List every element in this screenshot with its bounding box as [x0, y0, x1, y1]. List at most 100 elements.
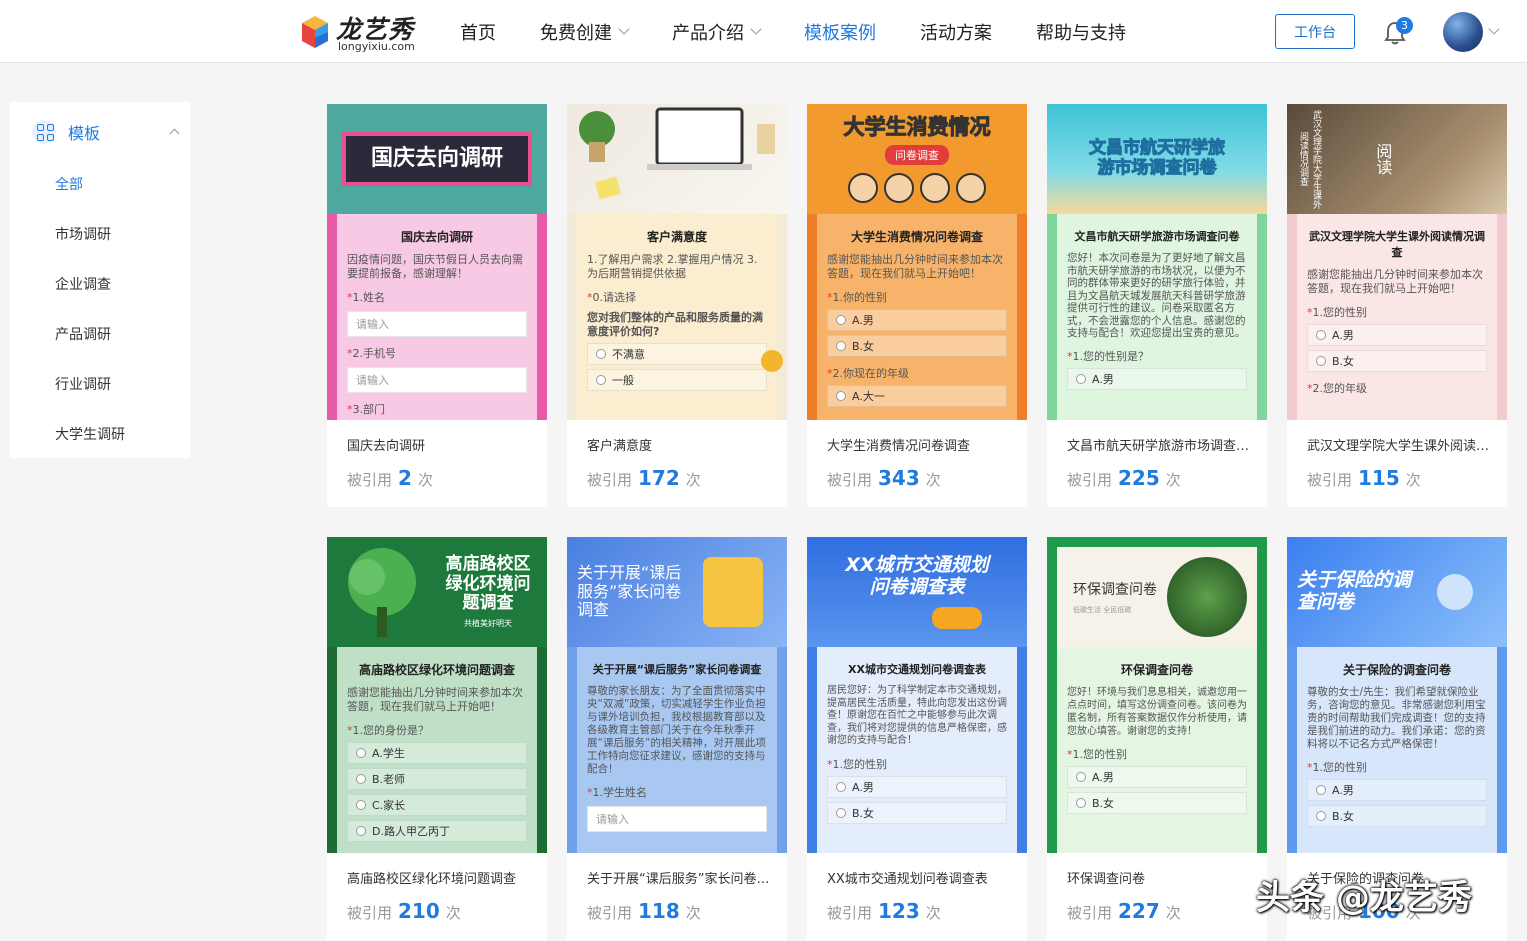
- template-name[interactable]: 环保调查问卷: [1067, 868, 1252, 887]
- template-name[interactable]: 大学生消费情况问卷调查: [827, 435, 1012, 454]
- template-thumbnail[interactable]: 关于开展“课后服务”家长问卷调查 关于开展“课后服务”家长问卷调查 尊敬的家长朋…: [567, 537, 787, 853]
- template-thumbnail[interactable]: 高庙路校区绿化环境问题调查 共植美好明天 高庙路校区绿化环境问题调查 感谢您能抽…: [327, 537, 547, 853]
- sidebar-item-enterprise[interactable]: 企业调查: [55, 274, 111, 294]
- nav-templates[interactable]: 模板案例: [804, 0, 876, 63]
- survey-question: 1.您的性别: [1067, 746, 1247, 762]
- reference-count: 被引用 227 次: [1067, 899, 1181, 923]
- template-card[interactable]: XX城市交通规划问卷调查表 XX城市交通规划问卷调查表 居民您好：为了科学制定本…: [807, 537, 1027, 940]
- chevron-down-icon[interactable]: [1488, 23, 1500, 35]
- template-thumbnail[interactable]: 武汉文理学院大学生课外阅读情况调查 阅读 武汉文理学院大学生课外阅读情况调查 感…: [1287, 104, 1507, 420]
- template-name[interactable]: 武汉文理学院大学生课外阅读情况调查: [1307, 435, 1492, 454]
- survey-intro: 您好！环境与我们息息相关，诚邀您用一点点时间，填写这份调查问卷。该问卷为匿名制，…: [1067, 687, 1247, 737]
- ref-suffix: 次: [685, 471, 701, 489]
- template-name[interactable]: XX城市交通规划问卷调查表: [827, 868, 1012, 887]
- survey-intro: 感谢您能抽出几分钟时间来参加本次答题，现在我们就马上开始吧！: [827, 253, 1003, 280]
- template-card[interactable]: 客户满意度 1.了解用户需求 2.掌握用户情况 3.为后期营销提供依据 0.请选…: [567, 104, 787, 507]
- chevron-down-icon: [750, 23, 762, 35]
- survey-title: 武汉文理学院大学生课外阅读情况调查: [1309, 230, 1485, 259]
- template-card[interactable]: 文昌市航天研学旅游市场调查问卷 文昌市航天研学旅游市场调查问卷 您好！本次问卷是…: [1047, 104, 1267, 507]
- ref-prefix: 被引用: [1067, 471, 1113, 489]
- survey-question: 1.姓名: [347, 289, 527, 305]
- ref-number: 123: [878, 899, 920, 923]
- ref-prefix: 被引用: [587, 471, 633, 489]
- template-card[interactable]: 国庆去向调研 国庆去向调研 因疫情问题，国庆节假日人员去向需要提前报备，感谢理解…: [327, 104, 547, 507]
- survey-option: B.老师: [347, 768, 527, 790]
- template-cover: XX城市交通规划问卷调查表: [807, 537, 1027, 647]
- reference-count: 被引用 123 次: [827, 899, 941, 923]
- ref-number: 2: [398, 466, 412, 490]
- template-name[interactable]: 高庙路校区绿化环境问题调查: [347, 868, 532, 887]
- template-thumbnail[interactable]: 环保调查问卷 低碳生活 全民低碳 环保调查问卷 您好！环境与我们息息相关，诚邀您…: [1047, 537, 1267, 853]
- survey-question: 2.你现在的年级: [827, 365, 1007, 381]
- ref-number: 343: [878, 466, 920, 490]
- template-cover: 关于开展“课后服务”家长问卷调查: [567, 537, 787, 647]
- survey-option: A.男: [1067, 367, 1247, 390]
- nav-activities[interactable]: 活动方案: [920, 0, 992, 63]
- template-card[interactable]: 关于开展“课后服务”家长问卷调查 关于开展“课后服务”家长问卷调查 尊敬的家长朋…: [567, 537, 787, 940]
- sidebar-item-product[interactable]: 产品调研: [55, 324, 111, 344]
- template-thumbnail[interactable]: 客户满意度 1.了解用户需求 2.掌握用户情况 3.为后期营销提供依据 0.请选…: [567, 104, 787, 420]
- nav-free-create[interactable]: 免费创建: [540, 0, 630, 63]
- avatar[interactable]: [1443, 12, 1483, 52]
- ref-prefix: 被引用: [1067, 904, 1113, 922]
- survey-question: 1.你的性别: [827, 289, 1007, 305]
- template-name[interactable]: 文昌市航天研学旅游市场调查问卷: [1067, 435, 1252, 454]
- reference-count: 被引用 118 次: [587, 899, 701, 923]
- template-name[interactable]: 客户满意度: [587, 435, 772, 454]
- reference-count: 被引用 115 次: [1307, 466, 1421, 490]
- template-thumbnail[interactable]: 关于保险的调查问卷 关于保险的调查问卷 尊敬的女士/先生：我们希望就保险业务，咨…: [1287, 537, 1507, 853]
- survey-option: C.家长: [347, 794, 527, 816]
- ref-number: 115: [1358, 466, 1400, 490]
- sidebar-item-all[interactable]: 全部: [55, 174, 83, 194]
- share-icon[interactable]: [761, 350, 783, 372]
- template-name[interactable]: 关于开展“课后服务”家长问卷调查: [587, 868, 772, 887]
- template-thumbnail[interactable]: 大学生消费情况 问卷调查 大学生消费情况问卷调查 感谢您能抽出几分钟时间来参加本…: [807, 104, 1027, 420]
- ref-number: 118: [638, 899, 680, 923]
- survey-intro: 因疫情问题，国庆节假日人员去向需要提前报备，感谢理解！: [347, 253, 523, 280]
- template-card[interactable]: 武汉文理学院大学生课外阅读情况调查 阅读 武汉文理学院大学生课外阅读情况调查 感…: [1287, 104, 1507, 507]
- ref-prefix: 被引用: [347, 471, 393, 489]
- cover-title: 关于保险的调查问卷: [1297, 569, 1412, 613]
- ref-suffix: 次: [685, 904, 701, 922]
- chevron-down-icon: [618, 23, 630, 35]
- sidebar-item-industry[interactable]: 行业调研: [55, 374, 111, 394]
- survey-option: A.男: [827, 309, 1007, 331]
- survey-option: A.男: [827, 775, 1007, 798]
- template-card[interactable]: 大学生消费情况 问卷调查 大学生消费情况问卷调查 感谢您能抽出几分钟时间来参加本…: [807, 104, 1027, 507]
- survey-question: 1.学生姓名: [587, 784, 767, 800]
- nav-help-label: 帮助与支持: [1036, 22, 1126, 44]
- chevron-up-icon[interactable]: [169, 128, 180, 139]
- survey-title: 高庙路校区绿化环境问题调查: [358, 663, 515, 677]
- cover-subtitle: 低碳生活 全民低碳: [1073, 606, 1132, 614]
- nav-help[interactable]: 帮助与支持: [1036, 0, 1126, 63]
- survey-intro: 感谢您能抽出几分钟时间来参加本次答题，现在我们就马上开始吧！: [1307, 268, 1483, 295]
- ref-number: 227: [1118, 899, 1160, 923]
- template-thumbnail[interactable]: XX城市交通规划问卷调查表 XX城市交通规划问卷调查表 居民您好：为了科学制定本…: [807, 537, 1027, 853]
- template-cover: 环保调查问卷 低碳生活 全民低碳: [1057, 547, 1257, 647]
- cover-title: XX城市交通规划问卷调查表: [845, 554, 989, 598]
- sidebar-item-market[interactable]: 市场调研: [55, 224, 111, 244]
- nav-product[interactable]: 产品介绍: [672, 0, 762, 63]
- cover-title: 国庆去向调研: [370, 146, 503, 172]
- nav-home[interactable]: 首页: [460, 0, 496, 63]
- sidebar-group-templates[interactable]: 模板: [32, 118, 182, 146]
- template-name[interactable]: 国庆去向调研: [347, 435, 532, 454]
- survey-preview: 关于保险的调查问卷 尊敬的女士/先生：我们希望就保险业务，咨询您的意见。非常感谢…: [1297, 647, 1497, 853]
- workbench-button[interactable]: 工作台: [1275, 14, 1355, 49]
- template-thumbnail[interactable]: 国庆去向调研 国庆去向调研 因疫情问题，国庆节假日人员去向需要提前报备，感谢理解…: [327, 104, 547, 420]
- template-thumbnail[interactable]: 文昌市航天研学旅游市场调查问卷 文昌市航天研学旅游市场调查问卷 您好！本次问卷是…: [1047, 104, 1267, 420]
- survey-option: B.女: [1067, 792, 1247, 814]
- logo-domain: longyixiu.com: [338, 40, 415, 53]
- survey-question: 1.您的身份是？: [347, 722, 527, 738]
- sidebar-item-students[interactable]: 大学生调研: [55, 424, 125, 444]
- cartoon-faces-icon: [848, 173, 986, 204]
- sidebar-title: 模板: [68, 124, 101, 143]
- template-card[interactable]: 环保调查问卷 低碳生活 全民低碳 环保调查问卷 您好！环境与我们息息相关，诚邀您…: [1047, 537, 1267, 940]
- ref-prefix: 被引用: [827, 471, 873, 489]
- ref-prefix: 被引用: [1307, 471, 1353, 489]
- template-card[interactable]: 高庙路校区绿化环境问题调查 共植美好明天 高庙路校区绿化环境问题调查 感谢您能抽…: [327, 537, 547, 940]
- reference-count: 被引用 172 次: [587, 466, 701, 490]
- logo[interactable]: 龙艺秀 longyixiu.com: [300, 10, 420, 54]
- survey-intro: 尊敬的家长朋友：为了全面贯彻落实中央“双减”政策，切实减轻学生作业负担与课外培训…: [587, 685, 766, 775]
- nav-free-create-label: 免费创建: [540, 22, 612, 44]
